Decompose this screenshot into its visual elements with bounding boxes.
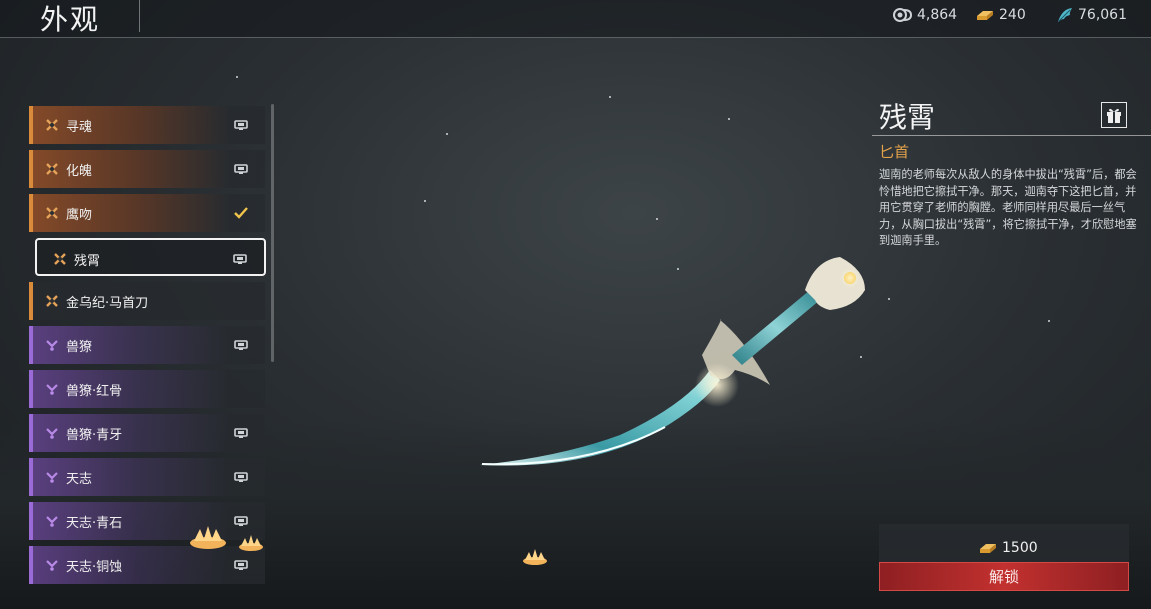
gift-button[interactable] [1101, 102, 1127, 128]
currency-jade: 76,061 [1056, 7, 1127, 23]
list-item-label: 天志·青石 [66, 516, 123, 531]
rarity-stripe [29, 546, 33, 584]
rarity-stripe [29, 458, 33, 496]
currency-spiral-value: 4,864 [917, 7, 958, 23]
lotus-lantern [190, 526, 226, 549]
crossed-blades-icon [46, 119, 58, 131]
currency-spiral: 4,864 [893, 7, 957, 23]
preview-icon[interactable] [233, 558, 249, 572]
list-scrollbar[interactable] [271, 104, 274, 362]
triad-gem-icon [46, 340, 58, 351]
list-item-label: 天志 [66, 472, 93, 487]
list-item[interactable]: 天志 [29, 458, 265, 496]
list-item-label: 寻魂 [66, 120, 93, 135]
triad-gem-icon [46, 384, 58, 395]
list-item-label: 天志·铜蚀 [66, 560, 123, 575]
star [446, 133, 448, 135]
preview-icon[interactable] [233, 162, 249, 176]
jade-feather-icon [1058, 8, 1072, 22]
list-item[interactable]: 天志·青石 [29, 502, 265, 540]
detail-divider [872, 135, 1151, 136]
list-item-label: 化魄 [66, 164, 93, 179]
spiral-coin-icon [893, 8, 913, 22]
title-divider [139, 0, 140, 32]
skin-list: 寻魂化魄鹰吻残霄金乌纪·马首刀 兽獠兽獠·红骨兽獠·青牙天志天志·青石天志·铜蚀 [29, 104, 267, 609]
detail-description: 迦南的老师每次从敌人的身体中拔出“残霄”后，都会怜惜地把它擦拭干净。那天，迦南夺… [879, 168, 1137, 247]
list-item-label: 兽獠·红骨 [66, 384, 123, 399]
star [236, 76, 238, 78]
list-item-label: 残霄 [74, 254, 101, 269]
gift-icon [1107, 108, 1121, 123]
list-item-label: 兽獠·青牙 [66, 428, 123, 443]
list-item[interactable]: 兽獠 [29, 326, 265, 364]
detail-title: 残霄 [879, 101, 936, 134]
rarity-stripe [29, 282, 33, 320]
price-value: 1500 [1002, 540, 1038, 556]
page-title: 外观 [40, 3, 101, 36]
list-item[interactable]: 残霄 [35, 238, 266, 276]
list-item[interactable]: 化魄 [29, 150, 265, 188]
rarity-stripe [29, 414, 33, 452]
preview-icon[interactable] [233, 470, 249, 484]
list-item[interactable]: 寻魂 [29, 106, 265, 144]
price-display: 1500 [978, 540, 1038, 556]
list-item-label: 金乌纪·马首刀 [66, 296, 149, 311]
rarity-stripe [29, 370, 33, 408]
crossed-blades-icon [46, 163, 58, 175]
star [424, 200, 426, 202]
lotus-lantern [239, 535, 263, 551]
rarity-stripe [29, 502, 33, 540]
crossed-blades-icon [46, 295, 58, 307]
triad-gem-icon [46, 428, 58, 439]
star [656, 218, 658, 220]
star [1048, 320, 1050, 322]
star [609, 96, 611, 98]
top-bar: 外观 4,864 240 76,061 [0, 0, 1151, 38]
crossed-blades-icon [54, 253, 66, 265]
list-item-label: 兽獠 [66, 340, 93, 355]
gold-ingot-icon [980, 544, 996, 553]
currency-gold-value: 240 [999, 7, 1026, 23]
check-icon [234, 207, 248, 219]
list-item[interactable]: 天志·铜蚀 [29, 546, 265, 584]
rarity-stripe [29, 326, 33, 364]
currency-jade-value: 76,061 [1078, 7, 1127, 23]
list-item[interactable]: 鹰吻 [29, 194, 265, 232]
preview-icon[interactable] [233, 338, 249, 352]
currency-gold: 240 [975, 7, 1026, 23]
star [728, 118, 730, 120]
detail-type: 匕首 [879, 143, 910, 161]
preview-icon[interactable] [233, 118, 249, 132]
triad-gem-icon [46, 472, 58, 483]
lotus-lantern [523, 549, 547, 565]
rarity-stripe [29, 194, 33, 232]
list-item[interactable]: 兽獠·青牙 [29, 414, 265, 452]
gold-ingot-icon [977, 11, 993, 20]
list-item[interactable]: 金乌纪·马首刀 [29, 282, 265, 320]
unlock-button[interactable]: 解锁 [879, 562, 1129, 591]
crossed-blades-icon [46, 207, 58, 219]
dagger-artwork [480, 257, 865, 466]
preview-icon[interactable] [233, 426, 249, 440]
rarity-stripe [29, 150, 33, 188]
preview-icon[interactable] [232, 252, 248, 266]
rarity-stripe [29, 106, 33, 144]
triad-gem-icon [46, 560, 58, 571]
list-item[interactable]: 兽獠·红骨 [29, 370, 265, 408]
list-item-label: 鹰吻 [66, 208, 93, 223]
preview-icon[interactable] [233, 514, 249, 528]
triad-gem-icon [46, 516, 58, 527]
